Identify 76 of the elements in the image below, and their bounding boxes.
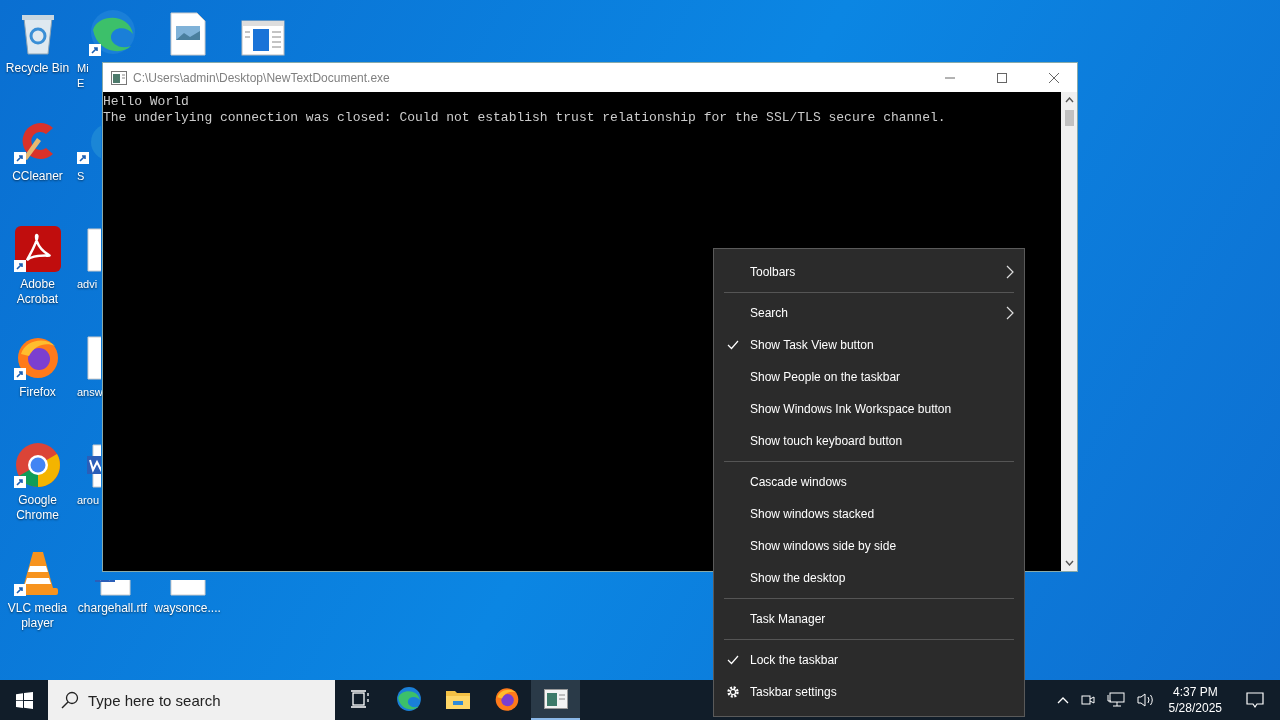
- menu-item[interactable]: Task Manager: [714, 603, 1024, 635]
- volume-icon[interactable]: [1136, 692, 1155, 708]
- clock-date[interactable]: 5/28/2025: [1168, 700, 1222, 716]
- chevron-right-icon: [1006, 265, 1014, 279]
- icon-label[interactable]: arou: [75, 493, 100, 508]
- menu-item[interactable]: Show touch keyboard button: [714, 425, 1024, 457]
- menu-item-label: Task Manager: [750, 612, 827, 626]
- menu-item-label: Show windows stacked: [750, 507, 876, 521]
- task-view-icon: [349, 690, 370, 708]
- window-title: C:\Users\admin\Desktop\NewTextDocument.exe: [133, 70, 390, 85]
- menu-item[interactable]: Show Windows Ink Workspace button: [714, 393, 1024, 425]
- scroll-thumb[interactable]: [1064, 110, 1074, 126]
- console-app-icon: [543, 689, 568, 709]
- edge-icon[interactable]: [88, 8, 137, 56]
- icon-label[interactable]: advi: [75, 277, 98, 292]
- firefox-icon: [493, 686, 520, 712]
- scrollbar[interactable]: [1061, 92, 1077, 571]
- image-file-icon[interactable]: [169, 12, 206, 56]
- close-icon: [1049, 72, 1059, 83]
- console-output-line: The underlying connection was closed: Could not establish trust relationship for the SSL/TLS secure channel.: [103, 110, 947, 126]
- menu-item[interactable]: Show Task View button: [714, 329, 1024, 361]
- menu-item-label: Lock the taskbar: [750, 653, 840, 667]
- menu-item-label: Show Task View button: [750, 338, 875, 352]
- menu-item[interactable]: Show windows side by side: [714, 530, 1024, 562]
- gear-icon: [726, 685, 740, 699]
- image-file-icon[interactable]: [169, 580, 206, 596]
- menu-item[interactable]: Taskbar settings: [714, 676, 1024, 708]
- menu-item-label: Show People on the taskbar: [750, 370, 902, 384]
- menu-item[interactable]: Search: [714, 297, 1024, 329]
- console-app-icon: [111, 70, 127, 85]
- caret-up-icon[interactable]: [1056, 696, 1069, 704]
- search-icon: [61, 691, 79, 709]
- menu-item[interactable]: Toolbars: [714, 256, 1024, 288]
- edge-icon: [395, 686, 422, 712]
- menu-item[interactable]: Cascade windows: [714, 466, 1024, 498]
- icon-label[interactable]: Adobe Acrobat: [0, 277, 75, 307]
- console-output-line: Hello World: [103, 94, 190, 110]
- menu-item-label: Toolbars: [750, 265, 797, 279]
- icon-label[interactable]: waysonce....: [154, 601, 221, 616]
- network-icon[interactable]: [1106, 692, 1125, 708]
- menu-item[interactable]: Show the desktop: [714, 562, 1024, 594]
- icon-label[interactable]: Mi E: [75, 61, 89, 91]
- taskbar-app-button[interactable]: [531, 680, 580, 720]
- clock-time[interactable]: 4:37 PM: [1172, 684, 1218, 700]
- menu-item[interactable]: Lock the taskbar: [714, 644, 1024, 676]
- scroll-up-icon[interactable]: [1064, 97, 1074, 103]
- pdf-app-icon[interactable]: [14, 226, 61, 272]
- word-document-icon[interactable]: [94, 580, 131, 596]
- menu-item-label: Cascade windows: [750, 475, 848, 489]
- menu-item-label: Show the desktop: [750, 571, 847, 585]
- minimize-icon: [945, 76, 955, 79]
- menu-item-label: Taskbar settings: [750, 685, 838, 699]
- menu-item-label: Show touch keyboard button: [750, 434, 904, 448]
- search-field[interactable]: Type here to search: [48, 680, 335, 720]
- folder-icon: [445, 689, 470, 709]
- icon-label[interactable]: S: [75, 169, 85, 184]
- app-window-icon[interactable]: [240, 20, 285, 56]
- menu-item-label: Show windows side by side: [750, 539, 898, 553]
- icon-label[interactable]: chargehall.rtf: [77, 601, 148, 616]
- icon-label[interactable]: CCleaner: [12, 169, 63, 184]
- maximize-icon: [997, 72, 1007, 83]
- camera-icon[interactable]: [1080, 692, 1095, 708]
- chevron-right-icon: [1006, 306, 1014, 320]
- icon-label[interactable]: VLC media player: [0, 601, 75, 631]
- icon-label[interactable]: Google Chrome: [0, 493, 75, 523]
- icon-label[interactable]: answ: [75, 385, 103, 400]
- windows-logo-icon: [15, 691, 33, 709]
- menu-item-label: Search: [750, 306, 790, 320]
- icon-label[interactable]: Recycle Bin: [5, 61, 70, 76]
- menu-item[interactable]: Show People on the taskbar: [714, 361, 1024, 393]
- menu-item[interactable]: Show windows stacked: [714, 498, 1024, 530]
- notification-icon[interactable]: [1246, 691, 1264, 709]
- scroll-down-icon[interactable]: [1064, 560, 1074, 566]
- icon-label[interactable]: Firefox: [19, 385, 56, 400]
- chrome-icon[interactable]: [14, 442, 61, 488]
- menu-item-label: Show Windows Ink Workspace button: [750, 402, 953, 416]
